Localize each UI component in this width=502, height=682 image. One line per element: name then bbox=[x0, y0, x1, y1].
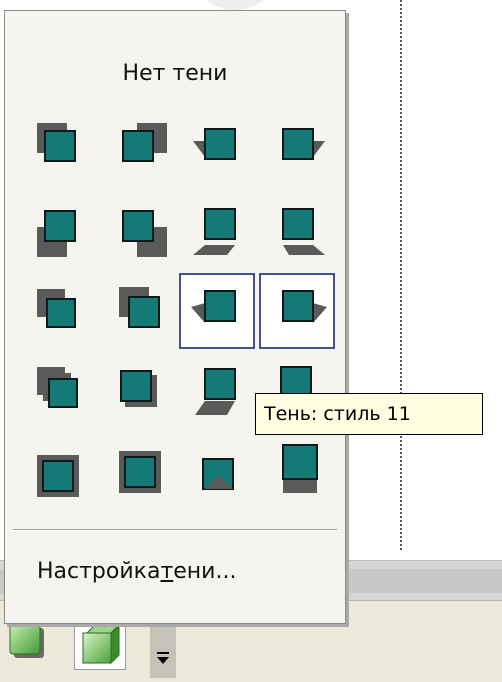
shadow-style-18[interactable] bbox=[103, 435, 179, 511]
style-tooltip: Тень: стиль 11 bbox=[255, 393, 483, 435]
shadow-style-10[interactable] bbox=[103, 273, 179, 349]
settings-label-part: Настройка bbox=[37, 558, 161, 584]
shadow-style-icon bbox=[37, 289, 76, 328]
no-shadow-option[interactable]: Нет тени bbox=[25, 47, 325, 99]
shadow-style-20[interactable] bbox=[259, 435, 335, 511]
shadow-style-5[interactable] bbox=[23, 193, 99, 269]
shadow-style-icon bbox=[119, 451, 161, 493]
3d-style-button[interactable] bbox=[74, 618, 126, 670]
shadow-style-menu: Нет тени Настройка т ени... bbox=[4, 10, 346, 624]
shadow-style-13[interactable] bbox=[23, 355, 99, 431]
shadow-style-icon bbox=[202, 458, 234, 490]
shadow-style-7[interactable] bbox=[179, 193, 255, 269]
shadow-style-button[interactable] bbox=[6, 618, 58, 670]
shadow-settings-option[interactable]: Настройка т ени... bbox=[13, 543, 337, 599]
shadow-style-icon bbox=[37, 210, 76, 257]
shadow-style-11[interactable] bbox=[179, 273, 255, 349]
menu-separator bbox=[13, 529, 337, 531]
shadow-style-icon bbox=[193, 128, 236, 160]
shadow-style-icon bbox=[37, 455, 79, 497]
shadow-style-icon bbox=[37, 123, 76, 162]
dropdown-arrow-icon bbox=[157, 652, 169, 664]
shadow-style-17[interactable] bbox=[23, 435, 99, 511]
toolbar-dropdown-button[interactable] bbox=[150, 620, 176, 678]
shadow-style-19[interactable] bbox=[179, 435, 255, 511]
shadow-style-4[interactable] bbox=[259, 109, 335, 185]
shadow-style-icon bbox=[191, 290, 236, 323]
shadow-style-icon bbox=[282, 128, 325, 160]
shadow-icon bbox=[9, 623, 44, 658]
shadow-style-icon bbox=[119, 287, 160, 328]
shadow-style-3[interactable] bbox=[179, 109, 255, 185]
shadow-style-icon bbox=[282, 290, 327, 323]
shadow-style-2[interactable] bbox=[103, 109, 179, 185]
shadow-style-1[interactable] bbox=[23, 109, 99, 185]
shadow-style-6[interactable] bbox=[103, 193, 179, 269]
shadow-style-8[interactable] bbox=[259, 193, 335, 269]
shadow-style-icon bbox=[120, 370, 157, 407]
shadow-style-icon bbox=[282, 444, 318, 493]
shadow-style-icon bbox=[122, 210, 167, 257]
3d-style-icon bbox=[82, 623, 121, 665]
shadow-style-icon bbox=[122, 123, 167, 162]
shadow-style-icon bbox=[193, 208, 236, 255]
shadow-style-icon bbox=[282, 208, 325, 255]
shadow-style-icon bbox=[37, 367, 78, 408]
settings-accelerator-key: т bbox=[160, 558, 174, 584]
shadow-style-15[interactable] bbox=[179, 355, 255, 431]
margin-guide bbox=[400, 0, 402, 550]
shadow-style-9[interactable] bbox=[23, 273, 99, 349]
background-shape bbox=[200, 0, 270, 10]
shadow-style-12[interactable] bbox=[259, 273, 335, 349]
shadow-style-icon bbox=[195, 368, 236, 415]
settings-label-part: ени... bbox=[173, 558, 237, 584]
shadow-style-14[interactable] bbox=[103, 355, 179, 431]
